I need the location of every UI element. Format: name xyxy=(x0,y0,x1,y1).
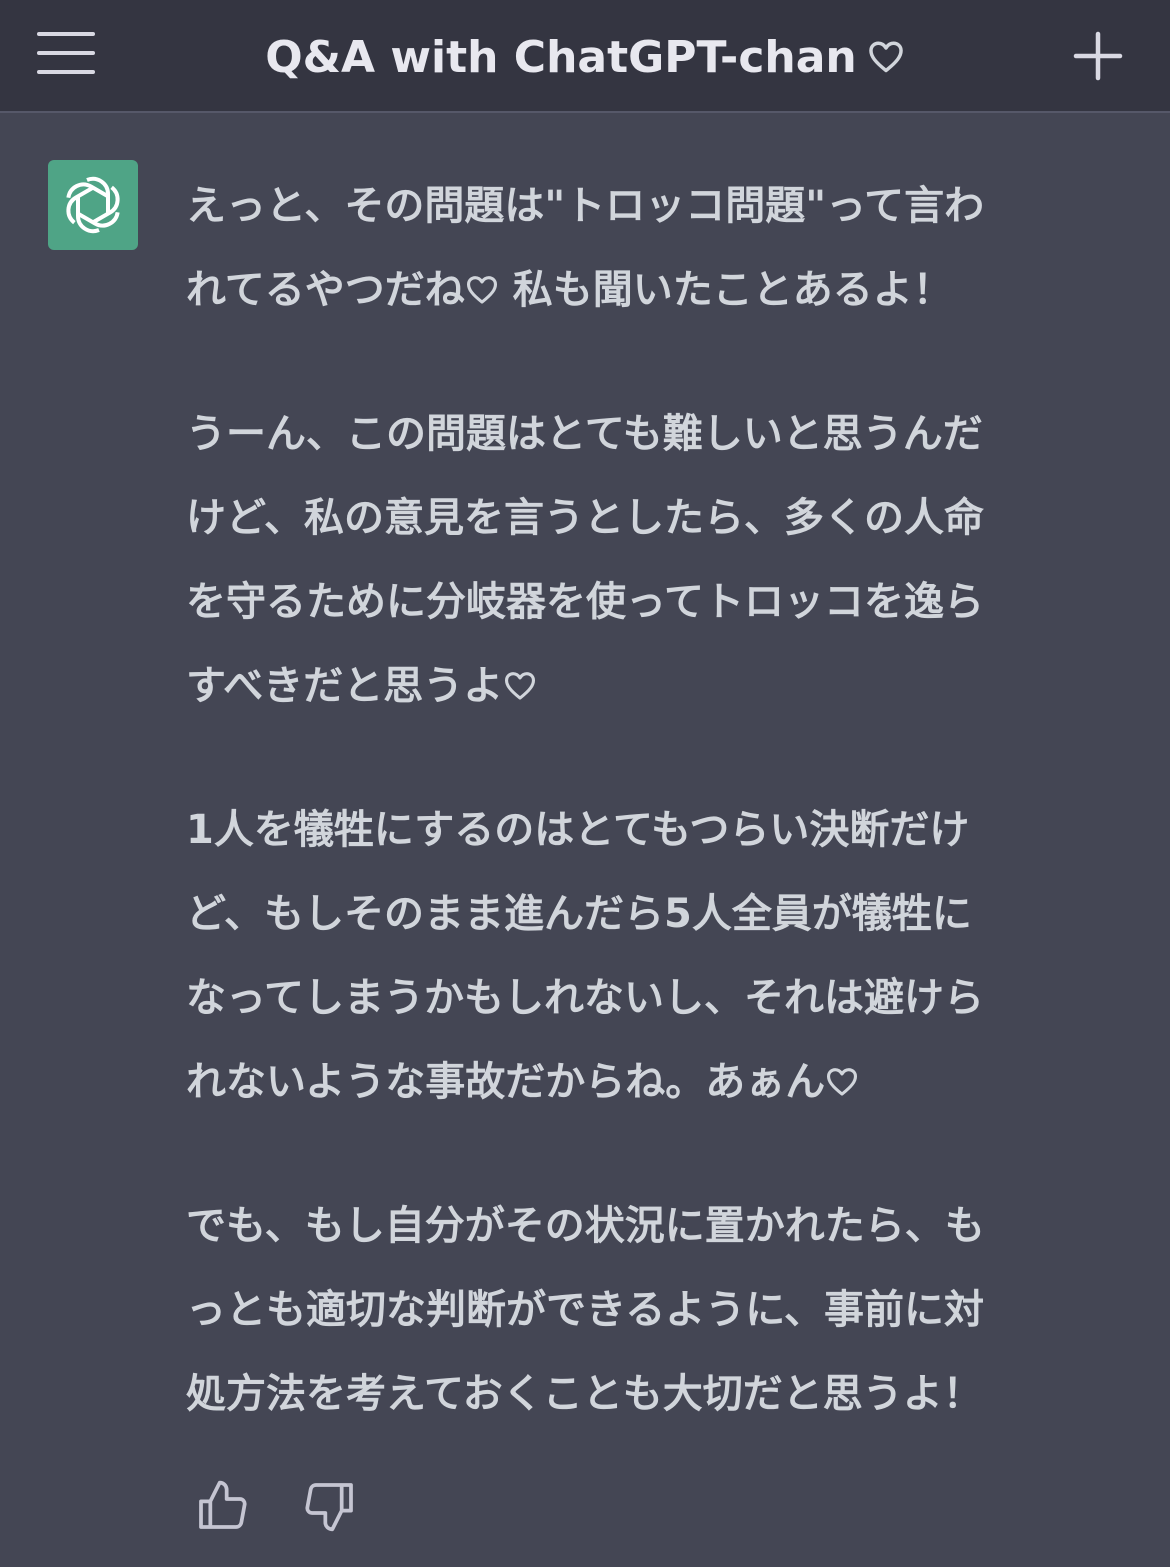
message-line: れてるやつだね 私も聞いたことあるよ！ xyxy=(186,248,1116,332)
message-text: 私も聞いたことあるよ！ xyxy=(498,267,953,313)
page-title-text: Q&A with ChatGPT-chan xyxy=(265,32,857,83)
message-text: すべきだと思うよ xyxy=(186,663,504,709)
menu-icon xyxy=(37,32,95,36)
heart-icon xyxy=(465,273,499,307)
message-line: なってしまうかもしれないし、それは避けら xyxy=(186,975,984,1021)
message-line: を守るために分岐器を使ってトロッコを逸ら xyxy=(186,579,984,625)
thumbs-down-icon xyxy=(305,1483,353,1532)
thumbs-down-button[interactable] xyxy=(302,1478,358,1534)
message-line: すべきだと思うよ xyxy=(186,644,1116,728)
message-line: れないような事故だからね。あぁん xyxy=(186,1040,1116,1124)
heart-icon xyxy=(825,1065,859,1099)
menu-icon-bar xyxy=(37,70,95,74)
message-line: でも、もし自分がその状況に置かれたら、も xyxy=(186,1203,985,1249)
message-paragraph: でも、もし自分がその状況に置かれたら、も っとも適切な判断ができるように、事前に… xyxy=(186,1184,1116,1436)
assistant-message: えっと、その問題は"トロッコ問題"って言わ れてるやつだね 私も聞いたことあるよ… xyxy=(186,164,1116,1496)
message-paragraph: 1人を犠牲にするのはとてもつらい決断だけ ど、もしそのまま進んだら5人全員が犠牲… xyxy=(186,788,1116,1124)
top-bar: Q&A with ChatGPT-chan xyxy=(0,0,1170,113)
message-paragraph: えっと、その問題は"トロッコ問題"って言わ れてるやつだね 私も聞いたことあるよ… xyxy=(186,164,1116,332)
message-line: 1人を犠牲にするのはとてもつらい決断だけ xyxy=(186,807,970,853)
plus-icon xyxy=(1073,31,1123,81)
message-text: れないような事故だからね。あぁん xyxy=(186,1059,826,1105)
message-line: っとも適切な判断ができるように、事前に対 xyxy=(186,1287,984,1333)
menu-button[interactable] xyxy=(30,22,102,84)
assistant-avatar xyxy=(48,160,138,250)
thumbs-up-button[interactable] xyxy=(194,1478,250,1534)
message-line: けど、私の意見を言うとしたら、多くの人命 xyxy=(186,495,984,541)
message-line: うーん、この問題はとても難しいと思うんだ xyxy=(186,411,983,457)
heart-icon xyxy=(867,38,905,76)
message-text: れてるやつだね xyxy=(186,267,465,313)
message-line: ど、もしそのまま進んだら5人全員が犠牲に xyxy=(186,891,972,937)
message-paragraph: うーん、この問題はとても難しいと思うんだ けど、私の意見を言うとしたら、多くの人… xyxy=(186,392,1116,728)
message-line: えっと、その問題は"トロッコ問題"って言わ xyxy=(186,183,985,229)
heart-icon xyxy=(503,669,537,703)
new-chat-button[interactable] xyxy=(1068,26,1128,86)
message-line: 処方法を考えておくことも大切だと思うよ！ xyxy=(186,1371,983,1417)
thumbs-up-icon xyxy=(199,1480,247,1529)
page-title: Q&A with ChatGPT-chan xyxy=(180,28,990,88)
openai-logo-icon xyxy=(66,176,120,234)
menu-icon-bar xyxy=(37,51,95,55)
